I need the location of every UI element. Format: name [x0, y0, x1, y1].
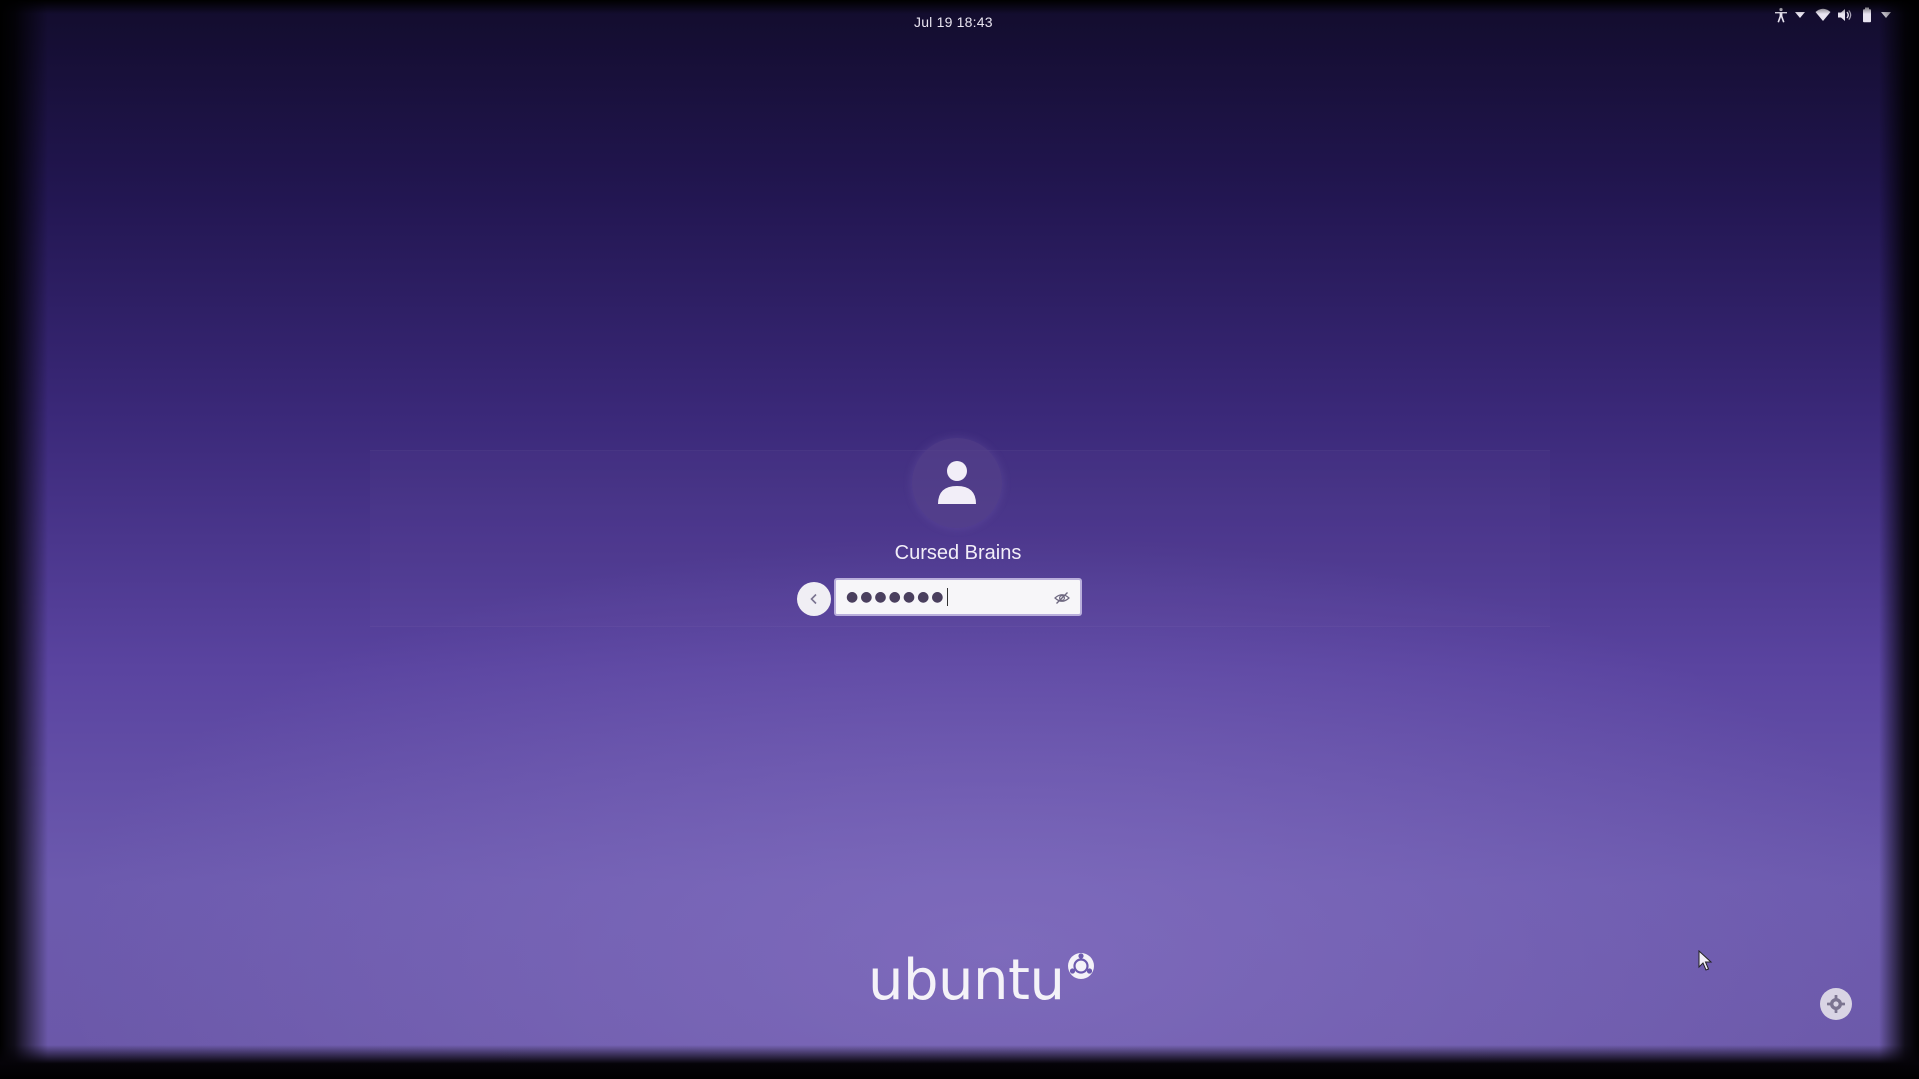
eye-slash-icon[interactable] [1054, 590, 1070, 606]
mouse-pointer-icon [1698, 949, 1714, 977]
session-settings-button[interactable] [1820, 988, 1852, 1020]
gear-icon [1827, 995, 1845, 1013]
ubuntu-wordmark: ubuntu [868, 948, 1065, 1013]
user-icon [938, 461, 976, 504]
text-cursor [946, 588, 948, 606]
chevron-down-icon [1881, 12, 1891, 18]
login-screen: Jul 19 18:43 Cursed Brains ●●●●●●● ubunt… [0, 0, 1919, 1079]
wifi-icon [1815, 7, 1831, 23]
accessibility-menu[interactable] [1773, 7, 1805, 23]
date-time[interactable]: Jul 19 18:43 [914, 14, 993, 30]
chevron-down-icon [1795, 12, 1805, 18]
circle-of-friends-icon [1068, 953, 1095, 979]
battery-icon [1859, 7, 1875, 23]
screen-bezel-left [0, 0, 48, 1079]
username-label: Cursed Brains [894, 542, 1022, 564]
volume-icon [1837, 7, 1853, 23]
accessibility-icon [1773, 7, 1789, 23]
user-avatar[interactable] [912, 438, 1002, 528]
password-value: ●●●●●●● [846, 589, 946, 605]
back-button[interactable] [797, 582, 831, 616]
system-menu[interactable] [1815, 7, 1891, 23]
password-input[interactable]: ●●●●●●● [834, 578, 1082, 616]
ubuntu-logo: ubuntu [868, 953, 1096, 1009]
screen-bezel-right [1879, 0, 1919, 1079]
chevron-left-icon [810, 593, 817, 605]
system-tray [1773, 4, 1891, 26]
top-bar: Jul 19 18:43 [0, 0, 1919, 42]
screen-bezel-bottom [0, 1045, 1919, 1079]
